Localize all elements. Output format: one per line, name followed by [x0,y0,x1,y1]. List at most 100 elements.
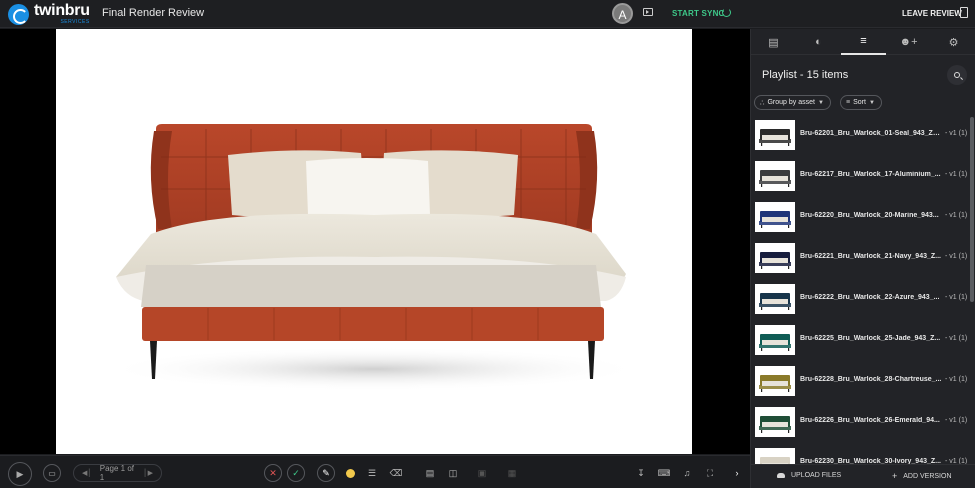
erase-button[interactable]: ⌫ [387,464,405,482]
render-image[interactable] [56,29,692,454]
bed-render-image [104,124,644,391]
playlist-list: Bru-62201_Bru_Warlock_01-Seal_943_Ze... -… [751,117,969,465]
playlist-item-name: Bru-62228_Bru_Warlock_28-Chartreuse_... [800,376,942,383]
split-horizontal-button[interactable]: ▤ [421,464,439,482]
playlist-item-name: Bru-62222_Bru_Warlock_22-Azure_943_... [800,294,940,301]
upload-files-button[interactable]: UPLOAD FILES [777,472,841,479]
tab-playlist[interactable]: ≡ [841,29,886,55]
media-viewer [0,29,750,454]
upload-files-label: UPLOAD FILES [791,472,842,479]
playlist-item-name: Bru-62225_Bru_Warlock_25-Jade_943_Z... [800,335,941,342]
logo-name: twinbru [34,2,90,19]
first-page-icon[interactable]: ◀│ [82,469,92,477]
lock-icon: ▣ [477,467,487,478]
tab-settings[interactable]: ⚙ [931,29,975,55]
color-picker-button[interactable] [341,464,359,482]
sort-label: Sort [853,99,866,106]
playlist-item[interactable]: Bru-62217_Bru_Warlock_17-Aluminium_... - … [751,158,969,199]
grid-button[interactable]: ▦ [503,464,521,482]
group-by-dropdown[interactable]: ∴ Group by asset ▼ [754,95,831,110]
approve-button[interactable]: ✓ [287,464,305,482]
group-by-label: Group by asset [767,99,815,106]
playlist-item[interactable]: Bru-62222_Bru_Warlock_22-Azure_943_... - … [751,281,969,322]
download-icon: ↧ [637,467,645,478]
tab-comments[interactable]: ▤ [751,29,796,55]
playlist-item-thumbnail [755,448,795,465]
gear-icon: ⚙ [948,36,959,49]
playlist-item[interactable]: Bru-62225_Bru_Warlock_25-Jade_943_Z... - … [751,322,969,363]
avatar[interactable]: A [612,3,633,24]
playlist-item[interactable]: Bru-62226_Bru_Warlock_26-Emerald_94... - … [751,404,969,445]
playlist-item-thumbnail [755,366,795,396]
playlist-icon: ≡ [860,35,867,47]
play-icon: ▶ [16,468,24,479]
page-title: Final Render Review [102,7,205,19]
present-icon[interactable] [643,8,653,16]
scrollbar[interactable] [970,117,974,302]
add-version-button[interactable]: + ADD VERSION [892,472,952,481]
group-icon: ∴ [760,99,765,107]
fullscreen-icon: ⛶ [706,467,714,478]
download-button[interactable]: ↧ [632,464,650,482]
logo-icon [8,3,29,25]
playlist-item-thumbnail [755,202,795,232]
add-version-label: ADD VERSION [903,473,952,480]
volume-icon: ♫ [683,468,691,478]
compare-button[interactable]: ▭ [43,464,61,482]
sync-icon[interactable] [722,8,731,17]
last-page-icon[interactable]: │▶ [143,469,153,477]
page-label: Page 1 of 1 [99,464,135,482]
playlist-item-thumbnail [755,120,795,150]
playlist-item[interactable]: Bru-62221_Bru_Warlock_21-Navy_943_Z... - … [751,240,969,281]
start-sync-button[interactable]: START SYNC [672,9,725,18]
playlist-item-name: Bru-62226_Bru_Warlock_26-Emerald_94... [800,417,940,424]
tab-add-user[interactable]: ☻+ [886,29,931,55]
cloud-upload-icon [777,473,785,478]
split-vertical-button[interactable]: ◫ [444,464,462,482]
playlist-item-thumbnail [755,325,795,355]
check-icon: ✓ [292,467,300,478]
search-icon [954,72,960,78]
sidebar-actions: UPLOAD FILES + ADD VERSION [751,464,975,488]
playlist-item[interactable]: Bru-62201_Bru_Warlock_01-Seal_943_Ze... -… [751,117,969,158]
tab-palette[interactable]: ◐ [796,29,841,55]
playlist-item-version: - v1 (1) [945,212,968,219]
draw-tool-button[interactable]: ✎ [317,464,335,482]
sort-icon: ≡ [846,99,851,106]
pen-icon: ✎ [322,467,330,478]
twinbru-logo[interactable]: twinbru SERVICES [8,3,90,25]
reject-button[interactable]: ✕ [264,464,282,482]
playlist-item-thumbnail [755,284,795,314]
search-button[interactable] [947,65,967,85]
playlist-item-thumbnail [755,161,795,191]
leave-review-button[interactable]: LEAVE REVIEW [902,9,962,18]
keyboard-icon: ⌨ [657,467,671,478]
playlist-item-version: - v1 (1) [945,417,968,424]
exit-icon[interactable] [960,7,968,18]
color-swatch [345,468,355,478]
playlist-item-name: Bru-62201_Bru_Warlock_01-Seal_943_Ze... [800,130,942,137]
playlist-item-name: Bru-62217_Bru_Warlock_17-Aluminium_... [800,171,941,178]
playlist-item[interactable]: Bru-62230_Bru_Warlock_30-Ivory_943_Z... -… [751,445,969,465]
next-button[interactable]: › [728,464,746,482]
plus-icon: + [892,471,898,481]
split-vertical-icon: ◫ [448,467,458,478]
volume-button[interactable]: ♫ [678,464,696,482]
compare-icon: ▭ [48,468,56,478]
lock-button[interactable]: ▣ [473,464,491,482]
play-button[interactable]: ▶ [8,462,32,486]
playlist-item[interactable]: Bru-62220_Bru_Warlock_20-Marine_943... - … [751,199,969,240]
playlist-item-version: - v1 (1) [945,335,968,342]
fullscreen-button[interactable]: ⛶ [701,464,719,482]
playlist-item[interactable]: Bru-62228_Bru_Warlock_28-Chartreuse_... -… [751,363,969,404]
playlist-item-thumbnail [755,243,795,273]
playlist-item-version: - v1 (1) [945,130,968,137]
captions-button[interactable]: ⌨ [655,464,673,482]
stroke-width-button[interactable]: ☰ [363,464,381,482]
split-horizontal-icon: ▤ [425,467,435,478]
sort-dropdown[interactable]: ≡ Sort ▼ [840,95,882,110]
playlist-item-name: Bru-62221_Bru_Warlock_21-Navy_943_Z... [800,253,941,260]
lines-icon: ☰ [367,467,377,478]
backspace-icon: ⌫ [389,467,403,478]
playlist-title: Playlist - 15 items [762,69,849,81]
